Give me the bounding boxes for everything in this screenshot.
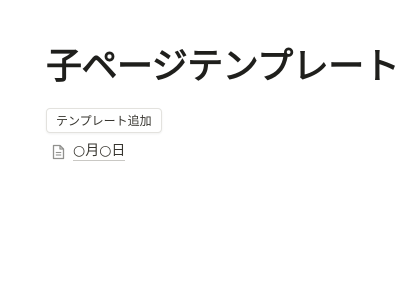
page-title[interactable]: 子ページテンプレート (46, 44, 400, 90)
page-canvas: 子ページテンプレート テンプレート追加 ○月○日 (0, 0, 400, 286)
subpage-link[interactable]: ○月○日 (50, 141, 126, 163)
add-template-button-label: テンプレート追加 (56, 114, 152, 128)
add-template-button[interactable]: テンプレート追加 (46, 108, 162, 133)
subpage-label: ○月○日 (73, 143, 126, 161)
page-icon (50, 143, 66, 161)
